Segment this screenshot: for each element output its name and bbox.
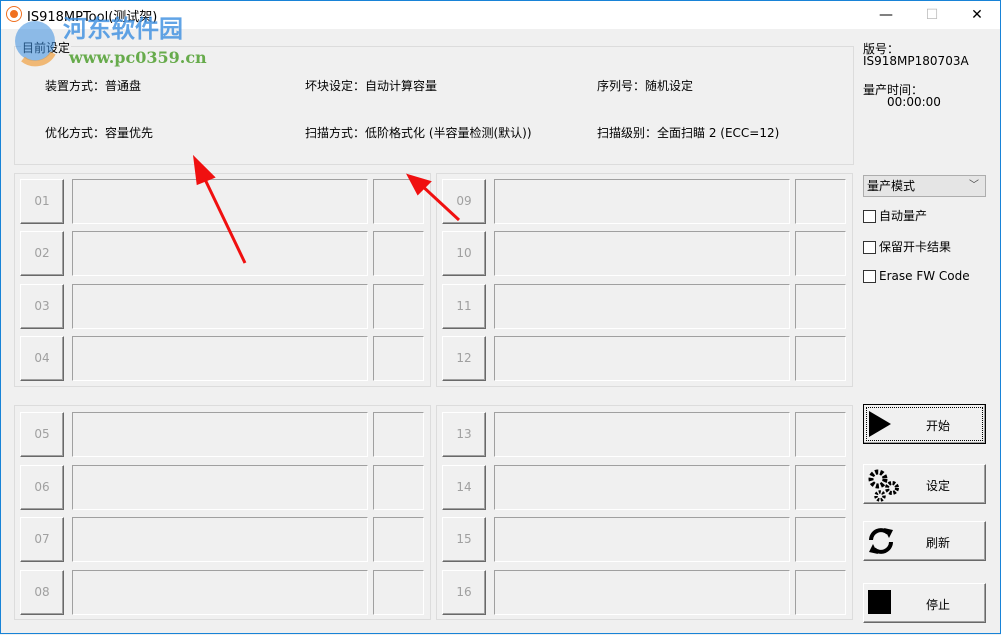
annotation-arrows: [192, 154, 461, 264]
red-arrow-1: [199, 170, 247, 264]
main-window: IS918MPTool(测试架) — ☐ ✕ 目前设定 装置方式：普通盘 坏块设…: [0, 0, 1001, 634]
red-arrow-2: [417, 181, 461, 222]
arrow-head-icon: [192, 154, 216, 186]
